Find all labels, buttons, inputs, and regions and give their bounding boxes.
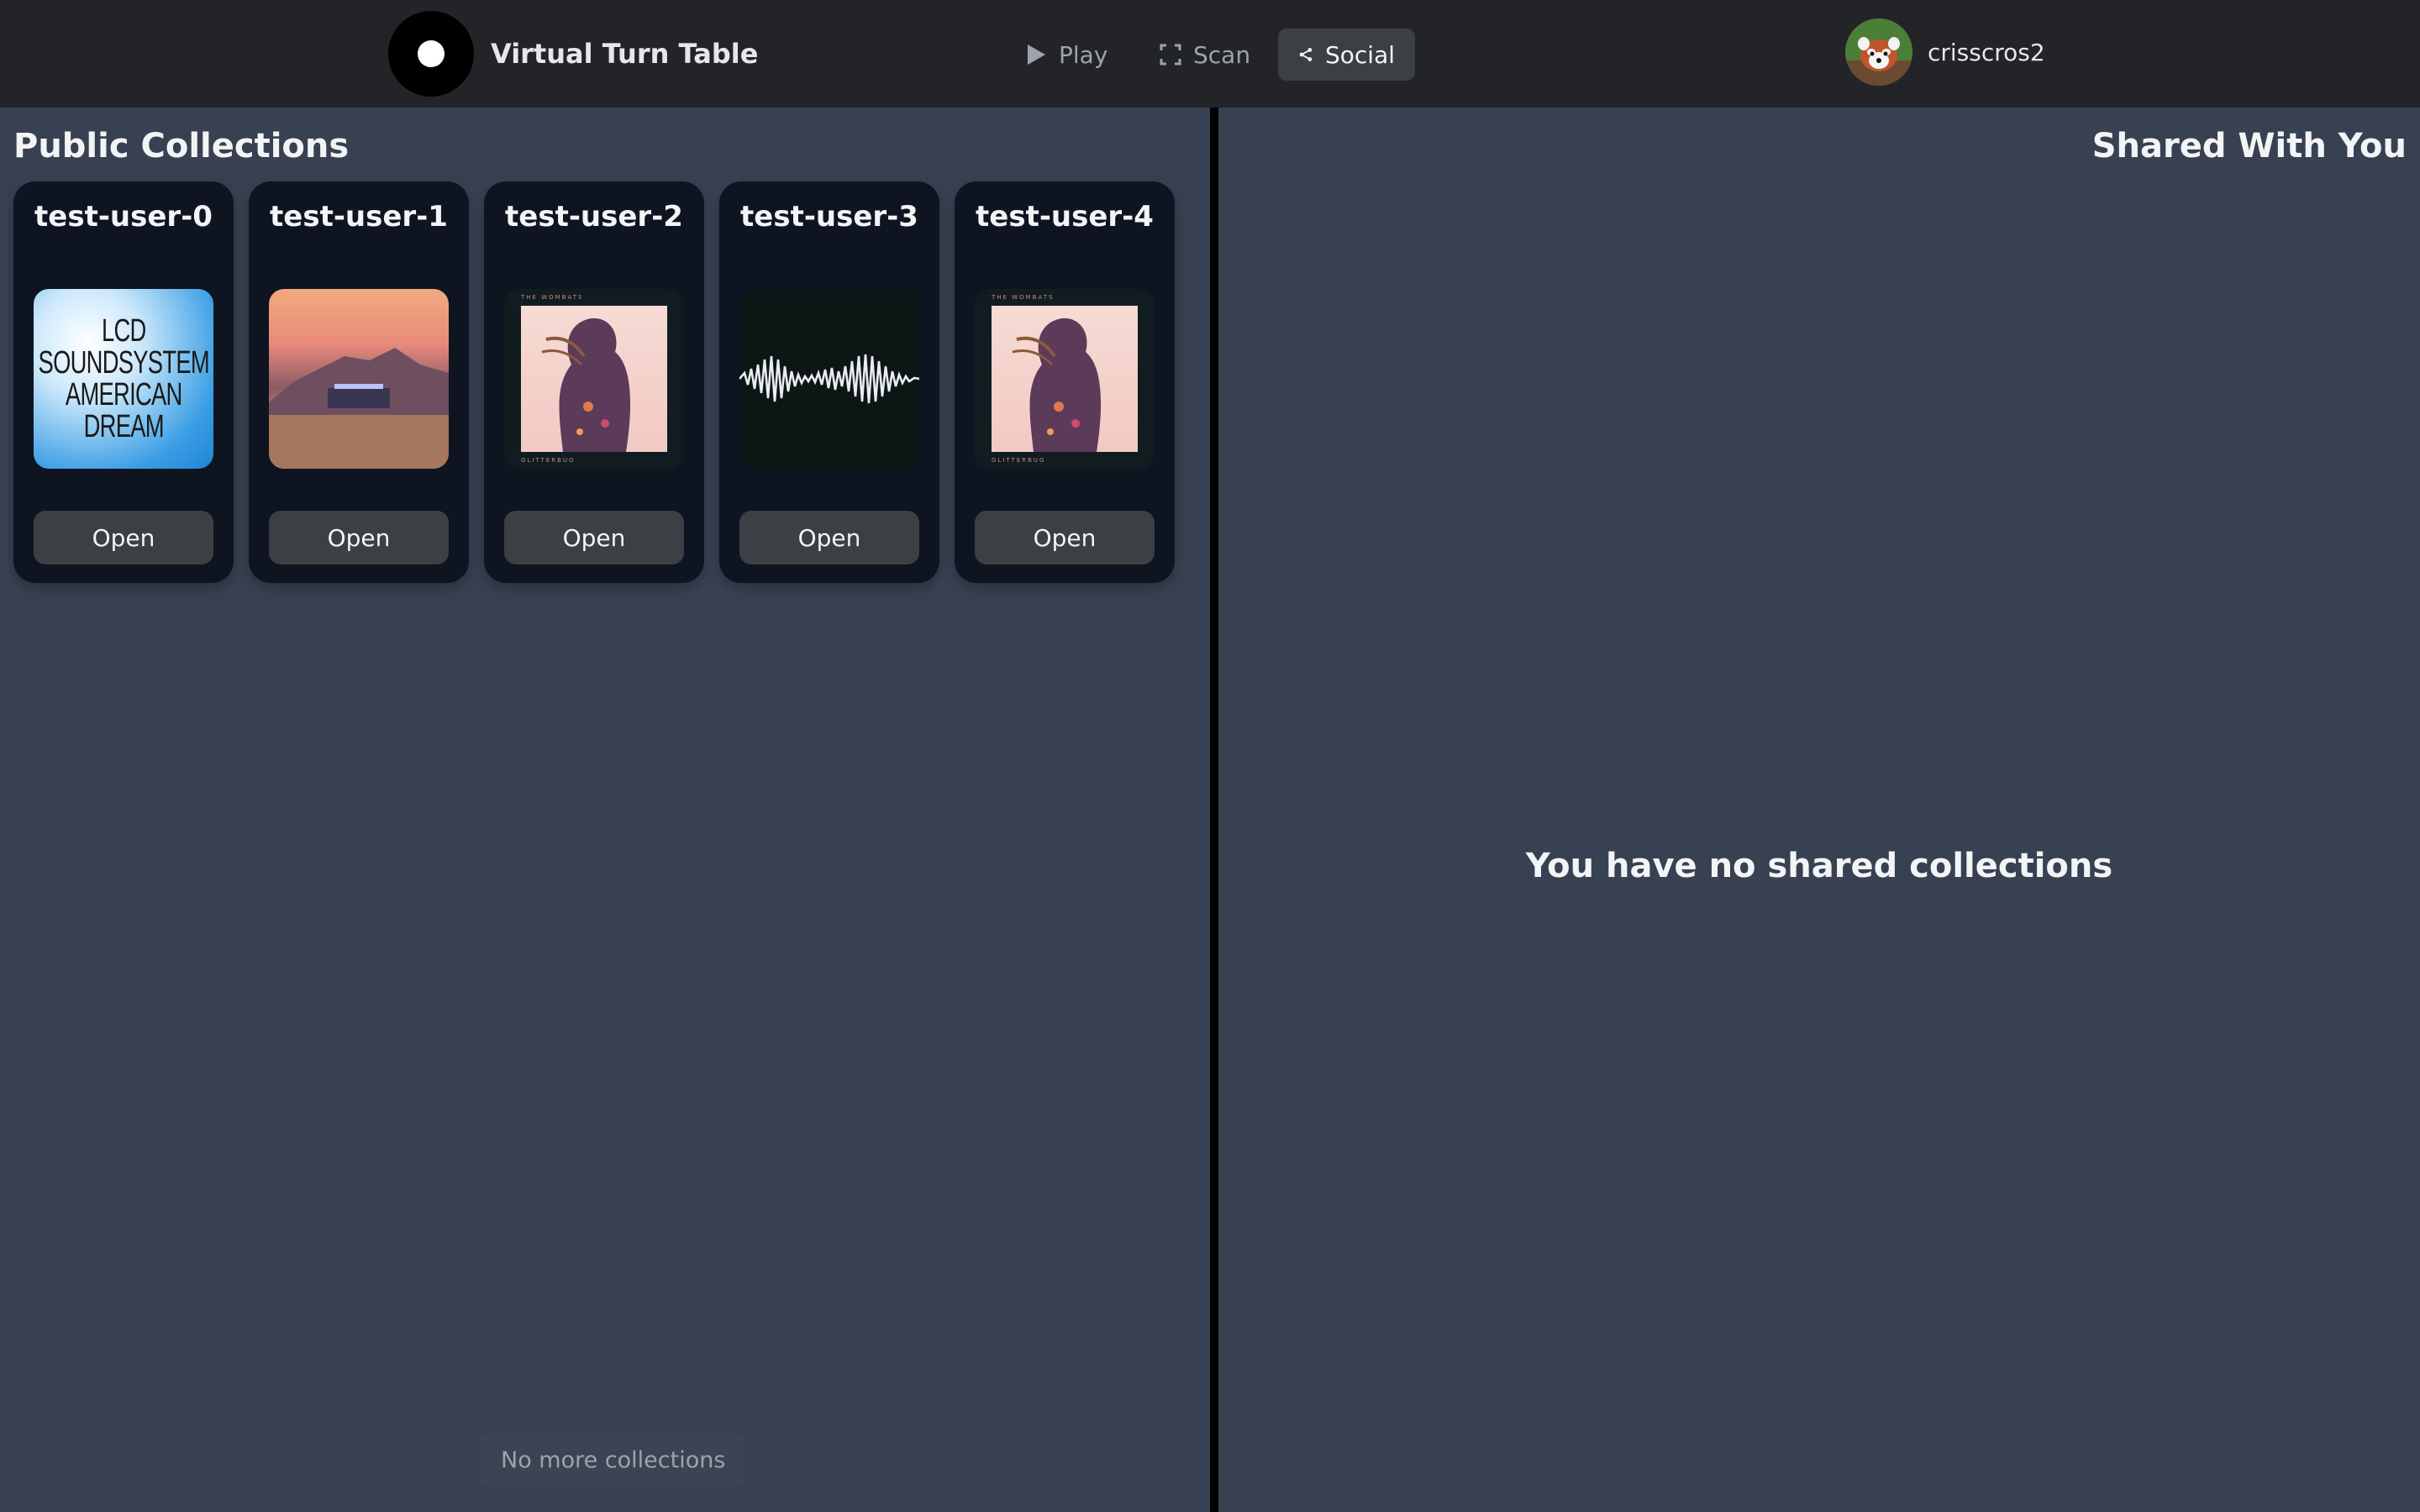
empty-shared-message: You have no shared collections [1525,847,2113,885]
silhouette-artwork-icon [1012,318,1102,452]
play-icon [1028,45,1045,65]
collection-owner: test-user-4 [976,200,1154,234]
share-icon [1299,48,1313,61]
shared-with-you-heading: Shared With You [2091,127,2407,165]
album-cover[interactable]: LCD SOUNDSYSTEM AMERICAN DREAM [34,289,213,469]
open-collection-button[interactable]: Open [269,511,449,564]
user-menu[interactable]: crisscros2 [1845,18,2045,86]
vinyl-logo-icon[interactable] [388,11,474,97]
album-cover-top-text: THE WOMBATS [521,294,584,301]
collection-card: test-user-1 Open [249,181,469,583]
top-navbar: Virtual Turn Table Play Scan Social cris… [0,0,2420,108]
album-cover[interactable] [269,289,449,469]
soundwave-artwork-icon [739,354,919,404]
collection-card: test-user-4 THE WOMBATS GLITTERBUG Open [955,181,1175,583]
nav-play-button[interactable]: Play [1005,29,1128,81]
collection-owner: test-user-0 [34,200,213,234]
album-cover-text: LCD SOUNDSYSTEM AMERICAN DREAM [38,313,209,444]
nav-social-label: Social [1324,40,1395,69]
shared-with-you-panel: Shared With You You have no shared colle… [1218,108,2420,1512]
album-cover[interactable] [739,289,919,469]
collection-card: test-user-0 LCD SOUNDSYSTEM AMERICAN DRE… [13,181,234,583]
desert-sign-artwork-icon [269,348,449,469]
nav-scan-label: Scan [1193,40,1251,69]
collection-owner: test-user-3 [740,200,918,234]
panel-divider[interactable] [1210,108,1218,1512]
red-panda-avatar-icon [1845,18,1912,86]
collection-owner: test-user-1 [270,200,448,234]
nav-scan-button[interactable]: Scan [1139,29,1270,81]
album-cover-top-text: THE WOMBATS [992,294,1055,301]
nav-social-button[interactable]: Social [1278,29,1415,81]
public-collections-panel: Public Collections test-user-0 LCD SOUND… [0,108,1210,1512]
album-cover[interactable]: THE WOMBATS GLITTERBUG [504,289,684,469]
open-collection-button[interactable]: Open [975,511,1155,564]
app-title[interactable]: Virtual Turn Table [491,34,758,74]
no-more-collections-notice: No more collections [481,1433,746,1487]
public-collections-heading: Public Collections [13,127,350,165]
collection-card: test-user-2 THE WOMBATS GLITTERBUG Open [484,181,704,583]
collection-card-list: test-user-0 LCD SOUNDSYSTEM AMERICAN DRE… [13,181,1175,583]
avatar[interactable] [1845,18,1912,86]
album-artwork [521,306,667,452]
open-collection-button[interactable]: Open [34,511,213,564]
album-cover-bottom-text: GLITTERBUG [521,457,576,464]
album-artwork [992,306,1138,452]
open-collection-button[interactable]: Open [504,511,684,564]
collection-card: test-user-3 Open [719,181,939,583]
scan-icon [1160,44,1181,66]
username[interactable]: crisscros2 [1928,39,2045,66]
nav-play-label: Play [1059,40,1108,69]
silhouette-artwork-icon [541,318,631,452]
album-cover[interactable]: THE WOMBATS GLITTERBUG [975,289,1155,469]
collection-owner: test-user-2 [505,200,683,234]
open-collection-button[interactable]: Open [739,511,919,564]
album-cover-bottom-text: GLITTERBUG [992,457,1046,464]
